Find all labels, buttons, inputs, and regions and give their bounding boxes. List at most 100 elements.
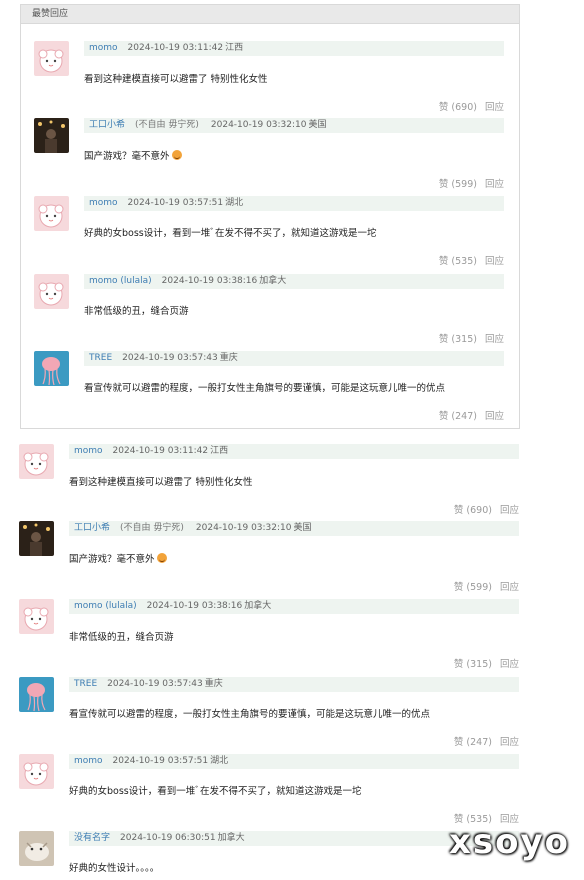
like-button[interactable]: 赞 (599): [454, 582, 492, 593]
comment-text: 看到这种建模直接可以避雷了 特别性化女性: [84, 71, 268, 85]
comment-text: 好典的女boss设计，看到一堆ﾞ在发不得不买了，就知道这游戏是一坨: [69, 783, 362, 797]
comment-timestamp: 2024-10-19 03:38:16: [146, 601, 243, 611]
pink-blob-avatar-icon[interactable]: [19, 754, 54, 789]
all-comment: momo 2024-10-19 03:57:51 湖北好典的女boss设计，看到一堆…: [19, 754, 519, 826]
comment-username[interactable]: momo (lulala): [74, 601, 137, 611]
comment-location: 重庆: [219, 353, 238, 363]
jellyfish-avatar-icon[interactable]: [34, 351, 69, 386]
comment-text: 看到这种建模直接可以避雷了 特别性化女性: [69, 474, 253, 488]
pink-blob-avatar-icon[interactable]: [34, 196, 69, 231]
reply-button[interactable]: 回应: [485, 256, 504, 267]
comment-meta: momo 2024-10-19 03:11:42 江西: [69, 444, 519, 459]
all-comment: momo (lulala) 2024-10-19 03:38:16 加拿大非常低级的…: [19, 599, 519, 671]
comment-actions: 赞 (315) 回应: [454, 656, 519, 670]
comment-text: 国产游戏？毫不意外: [84, 148, 182, 162]
reply-button[interactable]: 回应: [500, 582, 519, 593]
comment-meta: momo 2024-10-19 03:11:42 江西: [84, 41, 504, 56]
comment-location: 加拿大: [217, 833, 245, 843]
comment-actions: 赞 (690) 回应: [439, 99, 504, 113]
comment-location: 湖北: [210, 756, 229, 766]
comment-username[interactable]: 没有名字: [74, 833, 110, 843]
comment-timestamp: 2024-10-19 03:32:10: [210, 120, 307, 130]
dark-photo-avatar-icon[interactable]: [19, 521, 54, 556]
reply-button[interactable]: 回应: [500, 737, 519, 748]
hot-comment: momo 2024-10-19 03:11:42 江西 看到这种建模直接可以避雷了 特…: [34, 41, 504, 113]
comment-actions: 赞 (247) 回应: [439, 408, 504, 422]
all-comment: momo 2024-10-19 03:11:42 江西看到这种建模直接可以避雷了 特…: [19, 444, 519, 516]
comment-text-body: 好典的女性设计。。。。: [69, 863, 160, 874]
comment-text: 非常低级的丑，缝合页游: [84, 303, 189, 317]
comment-location: 重庆: [204, 679, 223, 689]
comment-username[interactable]: 工口小希: [74, 523, 110, 533]
comment-username[interactable]: momo: [89, 43, 118, 53]
like-button[interactable]: 赞 (535): [439, 256, 477, 267]
like-button[interactable]: 赞 (690): [439, 102, 477, 113]
like-button[interactable]: 赞 (247): [439, 411, 477, 422]
pink-blob-avatar-icon[interactable]: [19, 599, 54, 634]
like-button[interactable]: 赞 (315): [439, 334, 477, 345]
hot-comment: 工口小希 (不自由 毋宁死) 2024-10-19 03:32:10 美国国产游戏？毫…: [34, 118, 504, 190]
comment-text-body: 国产游戏？毫不意外: [84, 151, 170, 162]
comment-meta: TREE 2024-10-19 03:57:43 重庆: [69, 677, 519, 692]
comment-username[interactable]: 工口小希: [89, 120, 125, 130]
all-comment: 没有名字 2024-10-19 06:30:51 加拿大好典的女性设计。。。。: [19, 831, 519, 880]
comment-username[interactable]: momo: [74, 446, 103, 456]
comment-meta: 工口小希 (不自由 毋宁死) 2024-10-19 03:32:10 美国: [69, 521, 519, 536]
comment-text-body: 看到这种建模直接可以避雷了 特别性化女性: [69, 477, 253, 488]
comment-location: 美国: [308, 120, 327, 130]
comment-timestamp: 2024-10-19 06:30:51: [120, 833, 216, 843]
comment-location: 美国: [293, 523, 312, 533]
comment-location: 加拿大: [259, 276, 287, 286]
like-button[interactable]: 赞 (247): [454, 737, 492, 748]
pink-blob-avatar-icon[interactable]: [34, 41, 69, 76]
comment-actions: 赞 (599) 回应: [454, 579, 519, 593]
comment-actions: 赞 (247) 回应: [454, 734, 519, 748]
comment-username[interactable]: TREE: [89, 353, 112, 363]
comment-username[interactable]: momo (lulala): [89, 276, 152, 286]
dark-photo-avatar-icon[interactable]: [34, 118, 69, 153]
comment-location: 加拿大: [244, 601, 272, 611]
comment-user-signature: (不自由 毋宁死): [135, 120, 199, 130]
comment-text: 看宣传就可以避雷的程度，一般打女性主角旗号的要谨慎，可能是这玩意儿唯一的优点: [69, 706, 430, 720]
smile-emoji-icon: [171, 150, 182, 160]
reply-button[interactable]: 回应: [485, 411, 504, 422]
comment-text: 好典的女性设计。。。。: [69, 860, 159, 874]
reply-button[interactable]: 回应: [485, 102, 504, 113]
comment-username[interactable]: momo: [89, 198, 118, 208]
comment-timestamp: 2024-10-19 03:57:43: [122, 353, 218, 363]
comment-meta: 工口小希 (不自由 毋宁死) 2024-10-19 03:32:10 美国: [84, 118, 504, 133]
reply-button[interactable]: 回应: [485, 179, 504, 190]
watermark-logo: xsoyo: [448, 822, 570, 862]
pink-blob-avatar-icon[interactable]: [19, 444, 54, 479]
pink-blob-avatar-icon[interactable]: [34, 274, 69, 309]
comment-meta: momo 2024-10-19 03:57:51 湖北: [69, 754, 519, 769]
like-button[interactable]: 赞 (599): [439, 179, 477, 190]
comment-username[interactable]: momo: [74, 756, 103, 766]
like-button[interactable]: 赞 (315): [454, 659, 492, 670]
reply-button[interactable]: 回应: [485, 334, 504, 345]
comment-meta: TREE 2024-10-19 03:57:43 重庆: [84, 351, 504, 366]
comment-text-body: 非常低级的丑，缝合页游: [69, 632, 174, 643]
smile-emoji-icon: [156, 553, 167, 563]
comment-meta: momo (lulala) 2024-10-19 03:38:16 加拿大: [69, 599, 519, 614]
comment-username[interactable]: TREE: [74, 679, 97, 689]
comment-text-body: 国产游戏？毫不意外: [69, 554, 155, 565]
comment-text-body: 看宣传就可以避雷的程度，一般打女性主角旗号的要谨慎，可能是这玩意儿唯一的优点: [69, 709, 431, 720]
cat-photo-avatar-icon[interactable]: [19, 831, 54, 866]
comment-location: 江西: [210, 446, 229, 456]
comment-meta: momo (lulala) 2024-10-19 03:38:16 加拿大: [84, 274, 504, 289]
reply-button[interactable]: 回应: [500, 659, 519, 670]
comment-text: 国产游戏？毫不意外: [69, 551, 167, 565]
like-button[interactable]: 赞 (690): [454, 505, 492, 516]
comment-text: 好典的女boss设计，看到一堆ﾞ在发不得不买了，就知道这游戏是一坨: [84, 225, 377, 239]
hot-comment: momo (lulala) 2024-10-19 03:38:16 加拿大 非常低级的…: [34, 274, 504, 346]
jellyfish-avatar-icon[interactable]: [19, 677, 54, 712]
comment-meta: momo 2024-10-19 03:57:51 湖北: [84, 196, 504, 211]
all-comment: 工口小希 (不自由 毋宁死) 2024-10-19 03:32:10 美国国产游戏？毫…: [19, 521, 519, 593]
comment-timestamp: 2024-10-19 03:57:51: [112, 756, 209, 766]
comment-timestamp: 2024-10-19 03:57:51: [127, 198, 224, 208]
comment-location: 湖北: [225, 198, 244, 208]
comment-actions: 赞 (315) 回应: [439, 331, 504, 345]
comment-text: 非常低级的丑，缝合页游: [69, 629, 174, 643]
reply-button[interactable]: 回应: [500, 505, 519, 516]
